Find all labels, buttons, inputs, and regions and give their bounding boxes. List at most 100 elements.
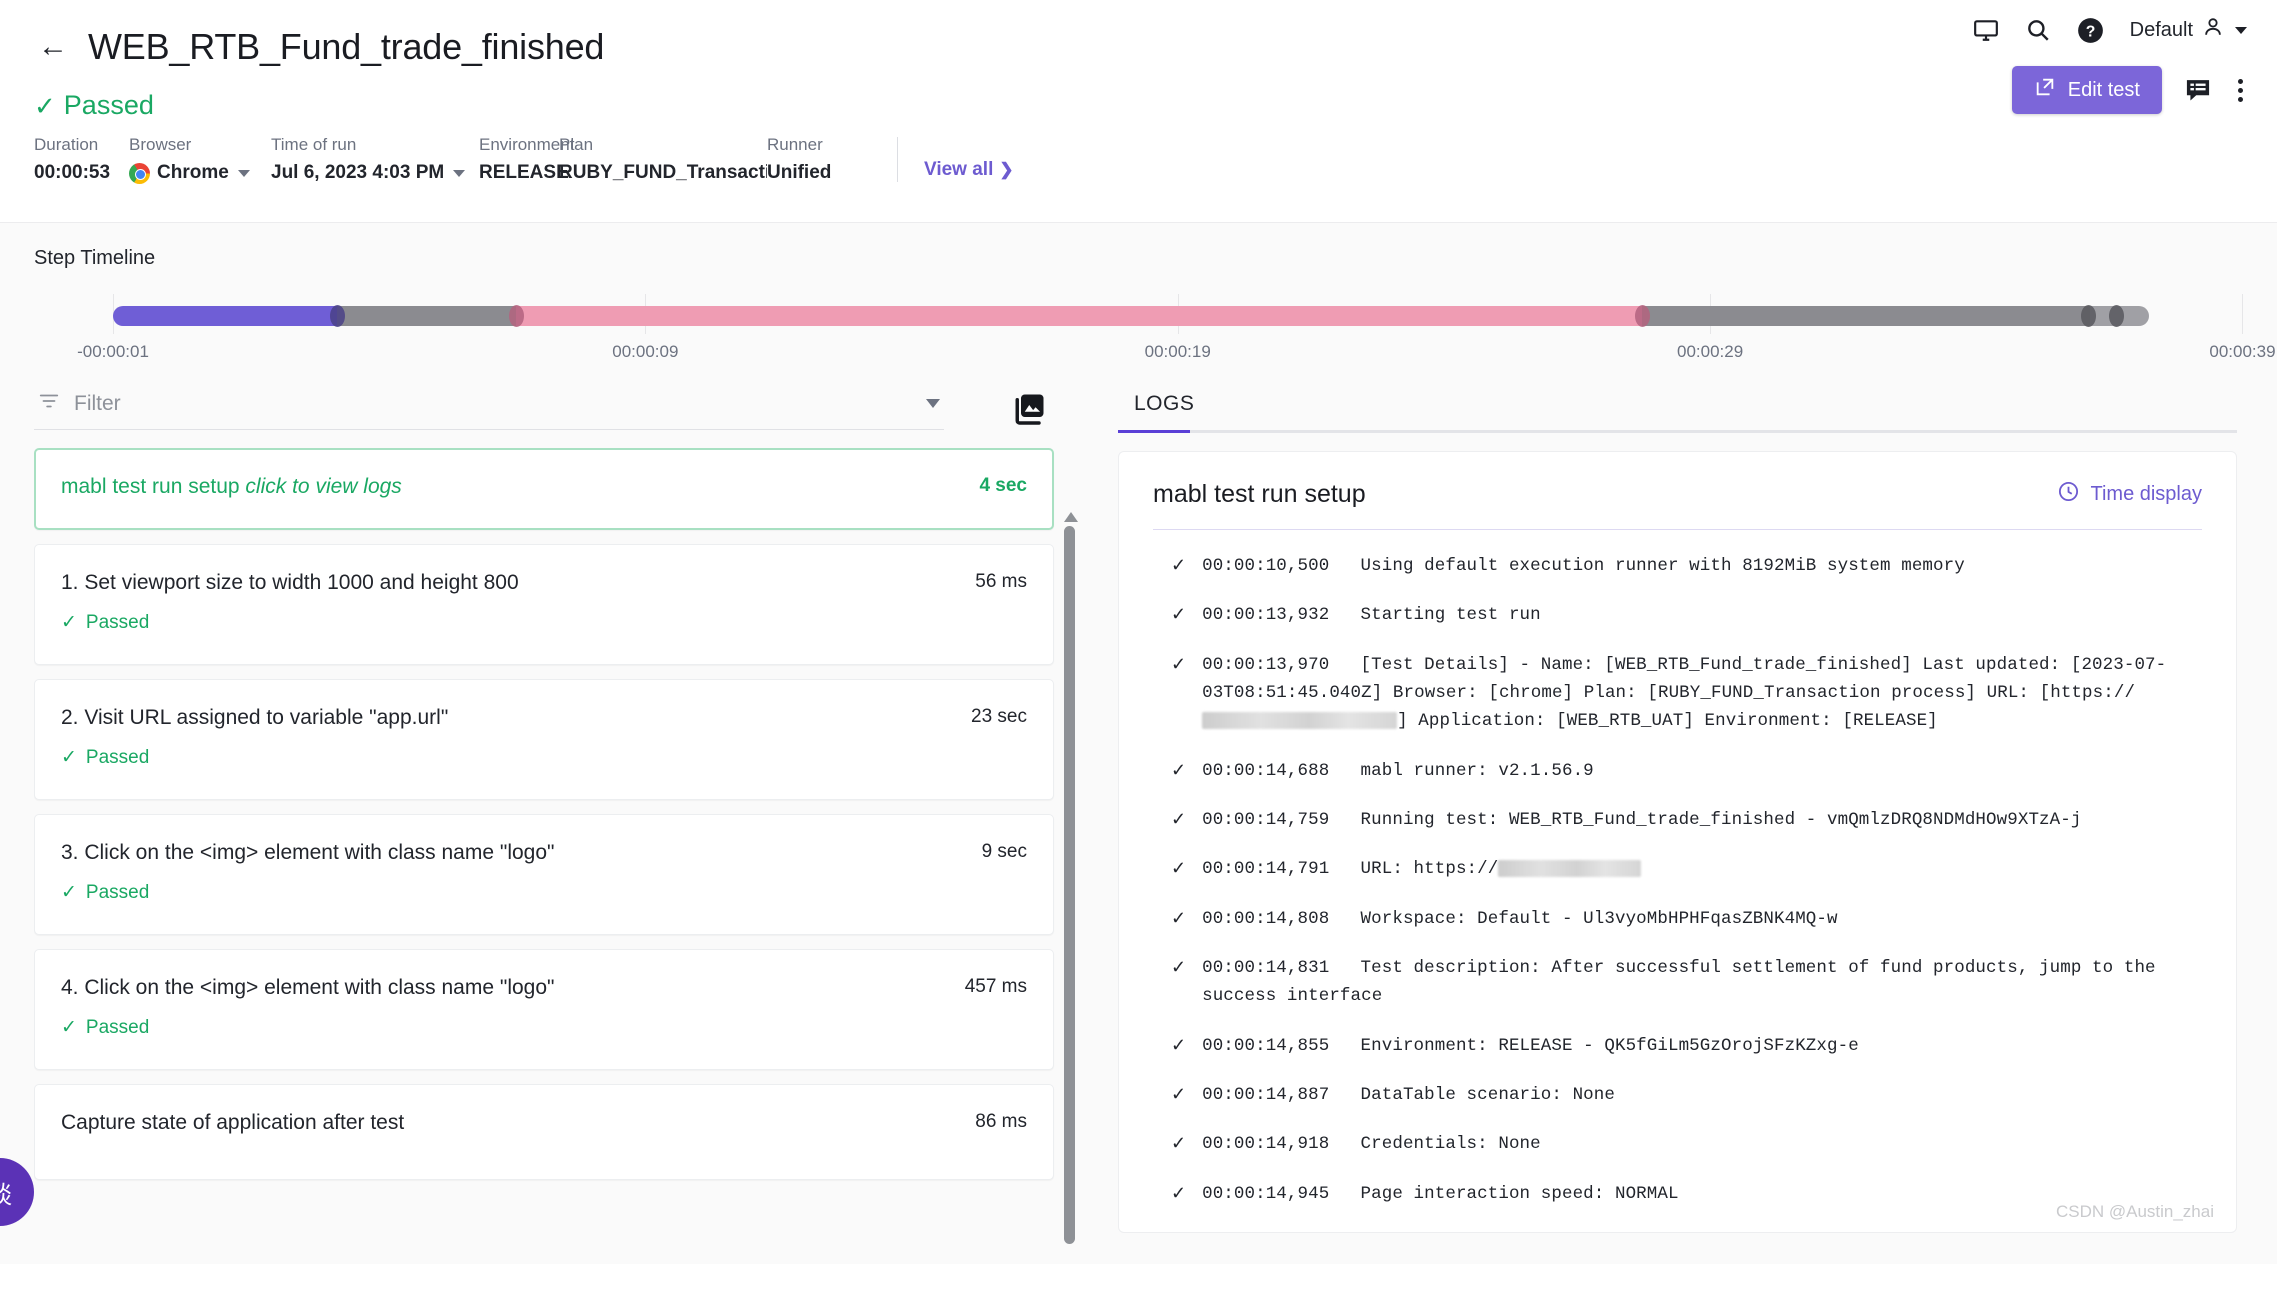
meta-plan: Plan RUBY_FUND_Transaction process (559, 135, 767, 184)
timeline-bar[interactable] (113, 306, 2149, 326)
steps-list[interactable]: mabl test run setup click to view logs 4 … (34, 448, 1134, 1248)
feedback-icon[interactable] (2184, 76, 2212, 104)
log-entry: ✓ 00:00:14,918 Credentials: None (1153, 1130, 2202, 1158)
scrollbar-thumb[interactable] (1064, 526, 1075, 1244)
meta-duration: Duration 00:00:53 (34, 135, 129, 184)
timeline-marker-2[interactable] (1635, 305, 1651, 327)
step-card[interactable]: Capture state of application after test 8… (34, 1084, 1054, 1180)
logs-title: mabl test run setup (1153, 480, 1366, 508)
search-icon[interactable] (2025, 17, 2051, 43)
step-card[interactable]: mabl test run setup click to view logs 4 … (34, 448, 1054, 530)
meta-environment: Environment RELEASE (479, 135, 574, 184)
meta-browser: Browser Chrome (129, 135, 271, 184)
chrome-icon (129, 162, 150, 184)
log-entry: ✓ 00:00:14,688 mabl runner: v2.1.56.9 (1153, 757, 2202, 785)
chevron-down-icon[interactable] (926, 399, 940, 408)
account-menu[interactable]: Default (2130, 16, 2247, 44)
log-timestamp: 00:00:14,808 (1202, 908, 1351, 929)
check-icon: ✓ (1171, 1133, 1187, 1154)
run-meta-row: Duration 00:00:53 Browser Chrome Time of… (34, 135, 2243, 184)
help-circle-icon[interactable]: ? (2077, 17, 2104, 44)
step-card-header: 2. Visit URL assigned to variable "app.u… (61, 706, 1027, 730)
edit-test-button[interactable]: Edit test (2011, 66, 2162, 114)
header-actions: Edit test (2011, 66, 2247, 114)
view-all-link[interactable]: View all ❯ (924, 159, 1014, 181)
step-card-header: 1. Set viewport size to width 1000 and h… (61, 571, 1027, 595)
step-status: ✓ Passed (61, 881, 1027, 904)
check-icon: ✓ (1171, 957, 1187, 978)
log-timestamp: 00:00:14,791 (1202, 859, 1351, 880)
meta-browser-value[interactable]: Chrome (129, 162, 271, 184)
log-entry: ✓ 00:00:14,808 Workspace: Default - Ul3vy… (1153, 905, 2202, 933)
log-entry: ✓ 00:00:14,791 URL: https:// (1153, 855, 2202, 883)
log-message: 00:00:13,970 [Test Details] - Name: [WEB… (1202, 654, 2167, 732)
meta-time-text: Jul 6, 2023 4:03 PM (271, 162, 445, 183)
check-icon: ✓ (34, 90, 56, 121)
log-timestamp: 00:00:14,887 (1202, 1085, 1351, 1106)
timeline-marker-0[interactable] (329, 305, 345, 327)
step-name: 3. Click on the <img> element with class… (61, 841, 555, 864)
chevron-right-icon: ❯ (999, 160, 1014, 179)
timeline-segment-step-2[interactable] (516, 306, 1643, 326)
timeline-segment-setup[interactable] (113, 306, 337, 326)
step-card-header: mabl test run setup click to view logs 4 … (61, 475, 1027, 499)
step-card[interactable]: 4. Click on the <img> element with class… (34, 949, 1054, 1070)
log-timestamp: 00:00:13,970 (1202, 654, 1351, 675)
meta-divider (897, 137, 898, 182)
timeline-marker-3[interactable] (2080, 305, 2096, 327)
time-display-toggle[interactable]: Time display (2057, 480, 2202, 509)
tab-active-indicator (1118, 430, 1190, 433)
logs-tabs: LOGS (1118, 384, 2237, 430)
meta-time-of-run: Time of run Jul 6, 2023 4:03 PM (271, 135, 479, 184)
arrow-left-icon[interactable]: ← (34, 32, 72, 62)
chat-bubble-icon[interactable]: 谈 (0, 1158, 34, 1226)
filter-row: Filter (34, 362, 1100, 430)
timeline-segment-step-3[interactable] (1642, 306, 2090, 326)
filter-input[interactable]: Filter (34, 386, 944, 430)
scroll-up-arrow[interactable] (1064, 512, 1078, 522)
time-display-label: Time display (2090, 483, 2202, 505)
step-card[interactable]: 3. Click on the <img> element with class… (34, 814, 1054, 935)
step-timeline-section: Step Timeline -00:00:01 00:00:09 00:00:19 0… (0, 222, 2277, 362)
redacted-url (1498, 860, 1642, 878)
check-icon: ✓ (61, 1017, 77, 1038)
header-tools: ? Default (1973, 16, 2247, 44)
meta-environment-value: RELEASE (479, 162, 569, 183)
meta-plan-label: Plan (559, 135, 594, 154)
step-duration: 23 sec (971, 706, 1027, 727)
meta-browser-text: Chrome (157, 162, 229, 183)
step-card[interactable]: 2. Visit URL assigned to variable "app.u… (34, 679, 1054, 800)
timeline-axis-label: 00:00:09 (612, 342, 679, 361)
meta-time-value[interactable]: Jul 6, 2023 4:03 PM (271, 162, 479, 184)
logs-divider (1153, 529, 2202, 530)
tabs-underline (1118, 430, 2237, 433)
step-name: Capture state of application after test (61, 1111, 405, 1134)
timeline-segment-step-1[interactable] (336, 306, 517, 326)
step-status-label: Passed (85, 611, 150, 633)
log-message: 00:00:13,932 Starting test run (1202, 605, 1541, 626)
kebab-menu-icon[interactable] (2234, 75, 2247, 106)
chevron-down-icon[interactable] (453, 169, 466, 177)
run-status: ✓ Passed (34, 90, 2243, 121)
step-duration: 457 ms (964, 976, 1027, 997)
chevron-down-icon[interactable] (237, 169, 250, 177)
image-gallery-icon[interactable] (1012, 390, 1048, 426)
meta-runner-label: Runner (767, 135, 823, 154)
step-hint: click to view logs (239, 475, 402, 498)
log-entry: ✓ 00:00:14,831 Test description: After su… (1153, 954, 2202, 1011)
view-all-label: View all (924, 159, 994, 180)
log-entry: ✓ 00:00:14,945 Page interaction speed: NO… (1153, 1180, 2202, 1208)
check-icon: ✓ (1171, 1182, 1187, 1203)
log-timestamp: 00:00:14,759 (1202, 810, 1351, 831)
timeline-track[interactable] (34, 294, 2244, 340)
step-card[interactable]: 1. Set viewport size to width 1000 and h… (34, 544, 1054, 665)
check-icon: ✓ (1171, 1034, 1187, 1055)
logs-card-header: mabl test run setup Time display (1153, 480, 2202, 509)
monitor-icon[interactable] (1973, 17, 1999, 43)
check-icon: ✓ (1171, 604, 1187, 625)
step-duration: 86 ms (975, 1111, 1027, 1132)
external-link-icon (2034, 76, 2056, 104)
tab-logs[interactable]: LOGS (1118, 384, 1210, 430)
steps-scrollbar[interactable] (1064, 512, 1078, 1252)
step-card-header: Capture state of application after test 8… (61, 1111, 1027, 1135)
